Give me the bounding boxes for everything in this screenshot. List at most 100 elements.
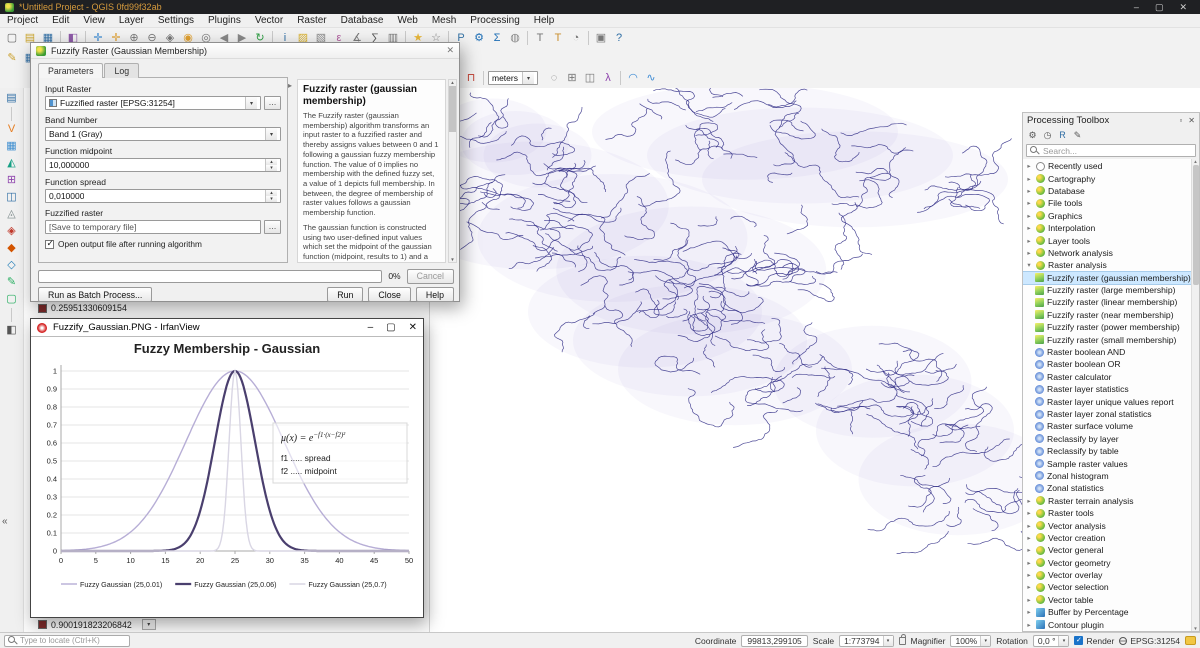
toolbox-item-raster-calculator[interactable]: Raster calculator	[1023, 371, 1199, 383]
close-panel-icon[interactable]: ✕	[1188, 116, 1195, 125]
expand-arrow-icon[interactable]: ▸	[1025, 621, 1033, 629]
snap-type-icon[interactable]: ◌	[545, 69, 563, 87]
irfanview-titlebar[interactable]: Fuzzify_Gaussian.PNG - IrfanView – ▢ ✕	[31, 319, 423, 337]
run-as-batch-button[interactable]: Run as Batch Process...	[38, 287, 152, 302]
menu-help[interactable]: Help	[527, 15, 562, 26]
add-wfs-layer-icon[interactable]: ◇	[3, 257, 20, 274]
stream-digitizing-icon[interactable]: ∿	[642, 69, 660, 87]
expand-arrow-icon[interactable]: ▸	[1025, 224, 1033, 232]
snapping-toggle-icon[interactable]: ⊓	[462, 69, 480, 87]
layer-diagram-options-icon[interactable]: ◔	[567, 29, 585, 47]
toolbox-item-buffer-by-percentage[interactable]: ▸Buffer by Percentage	[1023, 606, 1199, 618]
add-delimited-text-layer-icon[interactable]: ⊞	[3, 172, 20, 189]
expand-arrow-icon[interactable]: ▸	[1025, 187, 1033, 195]
expand-arrow-icon[interactable]: ▸	[1025, 249, 1033, 257]
toolbox-item-raster-analysis[interactable]: ▾Raster analysis	[1023, 259, 1199, 271]
spinner-buttons[interactable]: ▴▾	[265, 190, 277, 202]
crs-status[interactable]: EPSG:31254	[1119, 636, 1180, 646]
expand-arrow-icon[interactable]: ▸	[1025, 522, 1033, 530]
collapse-panel-icon[interactable]: «	[2, 516, 8, 527]
toolbox-item-layer-tools[interactable]: ▸Layer tools	[1023, 234, 1199, 246]
toolbox-item-vector-selection[interactable]: ▸Vector selection	[1023, 581, 1199, 593]
band-number-combo[interactable]: Band 1 (Gray) ▾	[45, 127, 281, 141]
new-map-view-icon[interactable]: ▣	[592, 29, 610, 47]
menu-settings[interactable]: Settings	[151, 15, 201, 26]
avoid-intersections-icon[interactable]: ◫	[581, 69, 599, 87]
toolbox-item-fuzzify-raster-small-membership[interactable]: Fuzzify raster (small membership)	[1023, 333, 1199, 345]
toggle-editing-icon[interactable]: ✎	[3, 49, 21, 67]
scroll-down-icon[interactable]: ▼	[1193, 626, 1197, 631]
expand-arrow-icon[interactable]: ▸	[1025, 175, 1033, 183]
add-xyz-layer-icon[interactable]: ◆	[3, 240, 20, 257]
toolbox-item-fuzzify-raster-near-membership[interactable]: Fuzzify raster (near membership)	[1023, 309, 1199, 321]
scale-combo[interactable]: 1:773794 ▾	[839, 635, 893, 647]
new-shapefile-layer-icon[interactable]: ✎	[3, 274, 20, 291]
toolbox-item-fuzzify-raster-gaussian-membership[interactable]: Fuzzify raster (gaussian membership)	[1023, 272, 1199, 284]
render-checkbox[interactable]: ✓ Render	[1074, 636, 1114, 646]
spin-down-icon[interactable]: ▾	[266, 165, 277, 171]
toolbox-item-cartography[interactable]: ▸Cartography	[1023, 172, 1199, 184]
open-output-checkbox[interactable]: Open output file after running algorithm	[45, 239, 281, 249]
spinner-buttons[interactable]: ▴▾	[265, 159, 277, 171]
minimize-button[interactable]: –	[1134, 2, 1139, 13]
dialog-titlebar[interactable]: Fuzzify Raster (Gaussian Membership) ✕	[31, 43, 459, 59]
history-icon[interactable]: ◷	[1041, 129, 1054, 142]
coordinate-display[interactable]: 99813,299105	[741, 635, 807, 647]
spin-down-icon[interactable]: ▾	[266, 196, 277, 202]
close-button[interactable]: ✕	[1179, 2, 1187, 13]
expand-arrow-icon[interactable]: ▸	[1025, 497, 1033, 505]
edit-scripts-icon[interactable]: ✎	[1071, 129, 1084, 142]
toolbox-item-fuzzify-raster-large-membership[interactable]: Fuzzify raster (large membership)	[1023, 284, 1199, 296]
toolbox-item-reclassify-by-table[interactable]: Reclassify by table	[1023, 445, 1199, 457]
menu-mesh[interactable]: Mesh	[425, 15, 463, 26]
menu-database[interactable]: Database	[334, 15, 391, 26]
tab-log[interactable]: Log	[104, 63, 139, 78]
magnifier-spinbox[interactable]: 100% ▾	[950, 635, 991, 647]
toolbox-item-raster-tools[interactable]: ▸Raster tools	[1023, 507, 1199, 519]
help-scrollbar[interactable]: ▲ ▼	[448, 79, 457, 263]
run-button[interactable]: Run	[327, 287, 363, 302]
toolbox-search-input[interactable]: Search...	[1026, 144, 1196, 157]
toolbox-item-network-analysis[interactable]: ▸Network analysis	[1023, 247, 1199, 259]
menu-web[interactable]: Web	[390, 15, 424, 26]
expand-arrow-icon[interactable]: ▸	[1025, 162, 1033, 170]
toolbox-item-fuzzify-raster-power-membership[interactable]: Fuzzify raster (power membership)	[1023, 321, 1199, 333]
topological-editing-icon[interactable]: ⊞	[563, 69, 581, 87]
scroll-down-icon[interactable]: ▼	[450, 257, 454, 262]
menu-layer[interactable]: Layer	[112, 15, 151, 26]
new-geopackage-layer-icon[interactable]: ▢	[3, 291, 20, 308]
menu-vector[interactable]: Vector	[248, 15, 290, 26]
expand-arrow-icon[interactable]: ▸	[1025, 199, 1033, 207]
add-vector-layer-icon[interactable]: V	[3, 121, 20, 138]
menu-project[interactable]: Project	[0, 15, 45, 26]
toolbox-item-reclassify-by-layer[interactable]: Reclassify by layer	[1023, 433, 1199, 445]
messages-icon[interactable]	[1185, 636, 1196, 645]
menu-view[interactable]: View	[76, 15, 112, 26]
r-scripts-icon[interactable]: R	[1056, 129, 1069, 142]
expand-arrow-icon[interactable]: ▸	[1025, 534, 1033, 542]
expand-arrow-icon[interactable]: ▸	[1025, 583, 1033, 591]
processing-statistics-icon[interactable]: Σ	[488, 29, 506, 47]
toolbox-item-raster-boolean-or[interactable]: Raster boolean OR	[1023, 358, 1199, 370]
toolbox-item-vector-creation[interactable]: ▸Vector creation	[1023, 532, 1199, 544]
toolbox-item-vector-table[interactable]: ▸Vector table	[1023, 594, 1199, 606]
toolbox-item-graphics[interactable]: ▸Graphics	[1023, 210, 1199, 222]
add-mesh-layer-icon[interactable]: ◭	[3, 155, 20, 172]
toolbox-item-recently-used[interactable]: ▸Recently used	[1023, 160, 1199, 172]
function-spread-spinbox[interactable]: 0,010000 ▴▾	[45, 189, 281, 203]
menu-plugins[interactable]: Plugins	[201, 15, 248, 26]
collapse-arrow-icon[interactable]: ▾	[1025, 261, 1033, 269]
toolbox-item-vector-geometry[interactable]: ▸Vector geometry	[1023, 557, 1199, 569]
toolbox-item-file-tools[interactable]: ▸File tools	[1023, 197, 1199, 209]
toolbox-item-raster-surface-volume[interactable]: Raster surface volume	[1023, 420, 1199, 432]
enable-tracing-icon[interactable]: λ	[599, 69, 617, 87]
toolbox-item-zonal-statistics[interactable]: Zonal statistics	[1023, 482, 1199, 494]
toolbox-item-raster-layer-statistics[interactable]: Raster layer statistics	[1023, 383, 1199, 395]
output-raster-browse-button[interactable]: …	[264, 220, 281, 234]
toolbox-item-raster-terrain-analysis[interactable]: ▸Raster terrain analysis	[1023, 495, 1199, 507]
expand-arrow-icon[interactable]: ▸	[1025, 237, 1033, 245]
layer-legend-item[interactable]: 0.25951330609154	[38, 303, 127, 313]
scroll-up-icon[interactable]: ▲	[450, 80, 454, 85]
processing-toolbox-icon[interactable]: ⚙	[470, 29, 488, 47]
close-button[interactable]: ✕	[409, 322, 417, 333]
